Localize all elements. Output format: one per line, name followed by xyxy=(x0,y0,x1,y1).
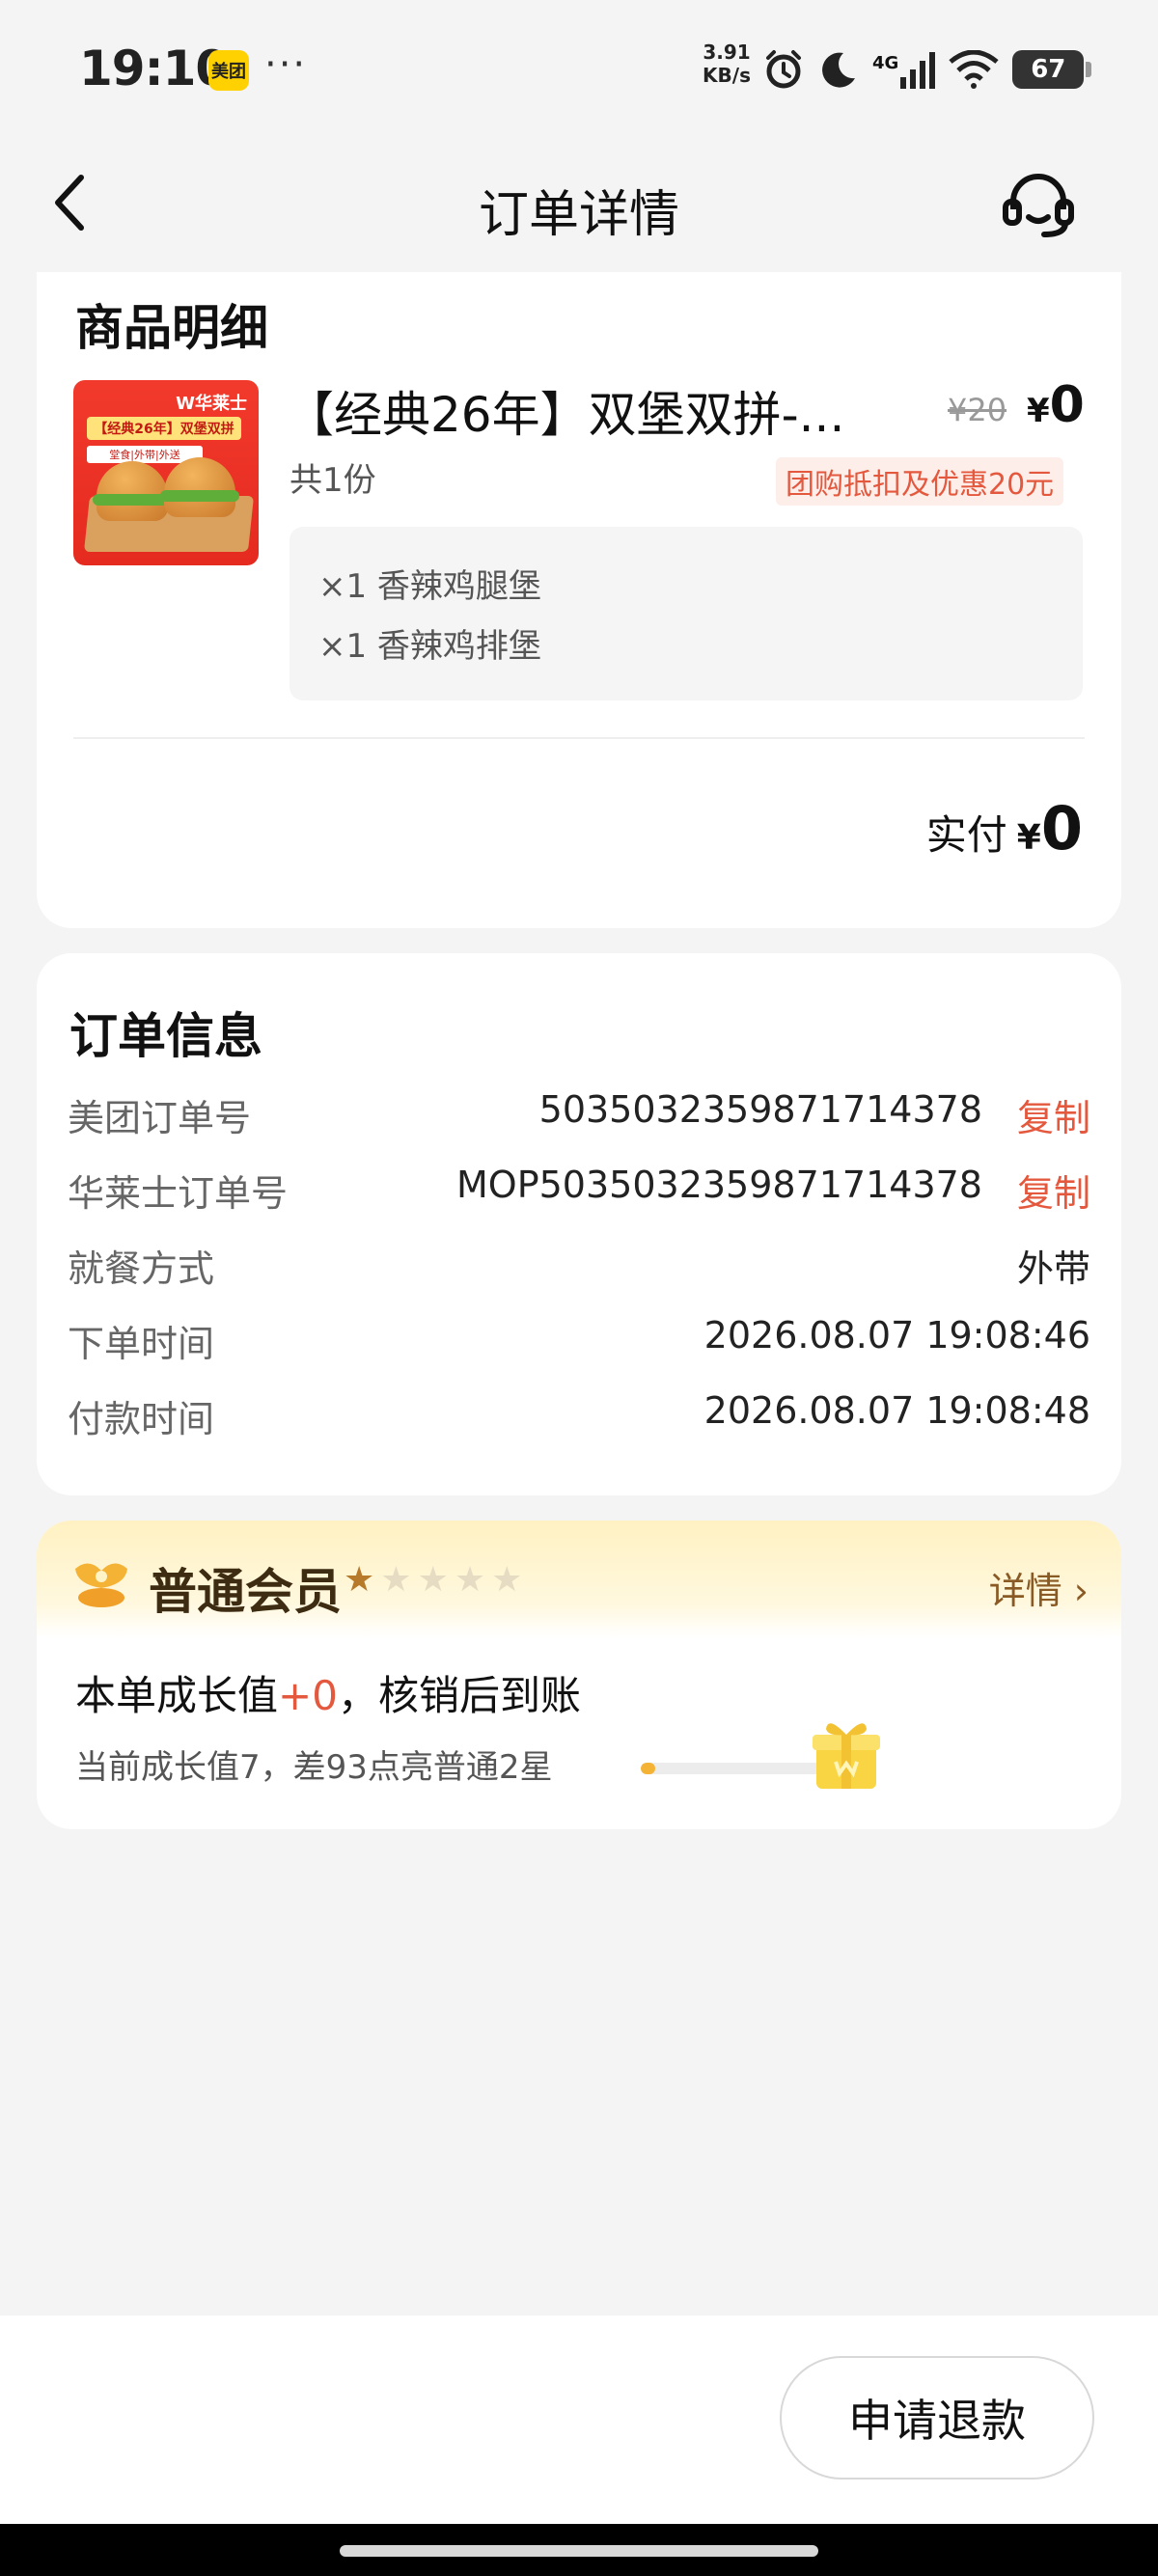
member-detail-link[interactable]: 详情 › xyxy=(989,1561,1089,1614)
original-price: ¥20 xyxy=(948,392,1007,428)
alarm-icon xyxy=(766,50,801,89)
net-speed: 3.91 KB/s xyxy=(697,41,757,87)
goods-card: 商品明细 W华莱士 【经典26年】双堡双拼 堂食|外带|外送 【经典26年】双堡… xyxy=(37,272,1121,928)
status-bar: 19:10 美团 ··· 3.91 KB/s 4G 67 xyxy=(0,0,1158,135)
bottom-action-bar: 申请退款 xyxy=(0,2316,1158,2524)
growth-progress-fill xyxy=(641,1763,655,1774)
info-value: 2026.08.07 19:08:48 xyxy=(703,1389,1090,1432)
net-speed-unit: KB/s xyxy=(703,64,751,87)
info-row-meituan-order: 美团订单号 5035032359871714378 复制 xyxy=(68,1082,1090,1140)
refund-button[interactable]: 申请退款 xyxy=(780,2356,1094,2480)
info-label: 就餐方式 xyxy=(68,1247,215,1290)
more-notifications-icon: ··· xyxy=(264,42,308,87)
info-value: 5035032359871714378 xyxy=(538,1088,982,1131)
goods-sub-items: ×1 香辣鸡腿堡 ×1 香辣鸡排堡 xyxy=(290,527,1083,700)
status-time: 19:10 xyxy=(79,41,229,96)
star-empty-icon: ★ xyxy=(454,1560,486,1600)
battery-icon: 67 xyxy=(1012,50,1092,89)
growth-suffix: ，核销后到账 xyxy=(337,1672,581,1719)
growth-plus: +0 xyxy=(278,1672,338,1719)
burger-image xyxy=(160,457,239,517)
thumb-logo: W华莱士 xyxy=(176,394,247,414)
info-label: 华莱士订单号 xyxy=(68,1172,289,1215)
sub-item: ×1 香辣鸡排堡 xyxy=(318,627,541,666)
network-type: 4G xyxy=(872,53,899,73)
price-value: 0 xyxy=(1049,376,1085,434)
discount-badge: 团购抵扣及优惠20元 xyxy=(776,457,1064,506)
moon-icon xyxy=(822,52,855,88)
info-row-dining-method: 就餐方式 外带 xyxy=(68,1233,1090,1291)
goods-name[interactable]: 【经典26年】双堡双拼-... xyxy=(286,376,903,446)
paid-amount: ¥0 xyxy=(1017,793,1083,863)
customer-service-button[interactable] xyxy=(1000,168,1077,245)
member-card: 普通会员 ★ ★ ★ ★ ★ 详情 › 本单成长值+0，核销后到账 当前成长值7，差93… xyxy=(37,1521,1121,1829)
info-label: 下单时间 xyxy=(68,1323,215,1365)
divider xyxy=(73,737,1085,739)
gift-box-icon xyxy=(813,1723,880,1789)
info-label: 美团订单号 xyxy=(68,1097,252,1139)
signal-icon: 4G xyxy=(872,50,936,89)
star-empty-icon: ★ xyxy=(380,1560,412,1600)
info-value: 2026.08.07 19:08:46 xyxy=(703,1314,1090,1357)
nav-bar: 订单详情 xyxy=(0,135,1158,270)
status-icons: 4G 67 xyxy=(762,42,1092,96)
copy-button[interactable]: 复制 xyxy=(1017,1088,1090,1141)
paid-total: 实付 ¥0 xyxy=(926,793,1083,863)
member-crown-icon xyxy=(75,1563,127,1607)
order-info-title: 订单信息 xyxy=(69,1008,262,1064)
star-empty-icon: ★ xyxy=(417,1560,449,1600)
paid-label: 实付 xyxy=(925,811,1007,859)
growth-status: 当前成长值7，差93点亮普通2星 xyxy=(75,1748,553,1787)
star-empty-icon: ★ xyxy=(491,1560,523,1600)
info-row-order-time: 下单时间 2026.08.07 19:08:46 xyxy=(68,1308,1090,1366)
star-filled-icon: ★ xyxy=(344,1560,375,1600)
burger-image xyxy=(93,461,172,521)
goods-thumbnail[interactable]: W华莱士 【经典26年】双堡双拼 堂食|外带|外送 xyxy=(73,380,259,565)
paid-value: 0 xyxy=(1040,793,1083,863)
goods-section-title: 商品明细 xyxy=(75,300,268,356)
paid-symbol: ¥ xyxy=(1016,818,1041,858)
wifi-icon xyxy=(949,50,999,89)
growth-prefix: 本单成长值 xyxy=(75,1672,279,1719)
order-info-card: 订单信息 美团订单号 5035032359871714378 复制 华莱士订单号… xyxy=(37,953,1121,1495)
home-indicator[interactable] xyxy=(340,2545,818,2557)
info-value: MOP5035032359871714378 xyxy=(456,1164,982,1206)
price-symbol: ¥ xyxy=(1027,392,1050,430)
info-label: 付款时间 xyxy=(68,1398,215,1440)
sub-item: ×1 香辣鸡腿堡 xyxy=(318,567,541,606)
member-header: 普通会员 ★ ★ ★ ★ ★ 详情 › xyxy=(37,1521,1121,1638)
growth-text: 本单成长值+0，核销后到账 xyxy=(75,1663,581,1722)
member-level-title: 普通会员 xyxy=(149,1564,342,1620)
copy-button[interactable]: 复制 xyxy=(1017,1164,1090,1217)
net-speed-value: 3.91 xyxy=(703,41,751,64)
goods-quantity: 共1份 xyxy=(290,461,376,500)
thumb-banner: 【经典26年】双堡双拼 xyxy=(87,417,241,440)
member-stars: ★ ★ ★ ★ ★ xyxy=(344,1561,522,1600)
meituan-app-icon: 美团 xyxy=(208,50,249,91)
page-title: 订单详情 xyxy=(478,186,679,244)
info-row-hls-order: 华莱士订单号 MOP5035032359871714378 复制 xyxy=(68,1158,1090,1216)
gesture-bar xyxy=(0,2524,1158,2576)
goods-price: ¥0 xyxy=(1027,376,1085,434)
headset-icon xyxy=(1003,174,1074,237)
info-row-pay-time: 付款时间 2026.08.07 19:08:48 xyxy=(68,1384,1090,1441)
info-value: 外带 xyxy=(1016,1247,1090,1290)
